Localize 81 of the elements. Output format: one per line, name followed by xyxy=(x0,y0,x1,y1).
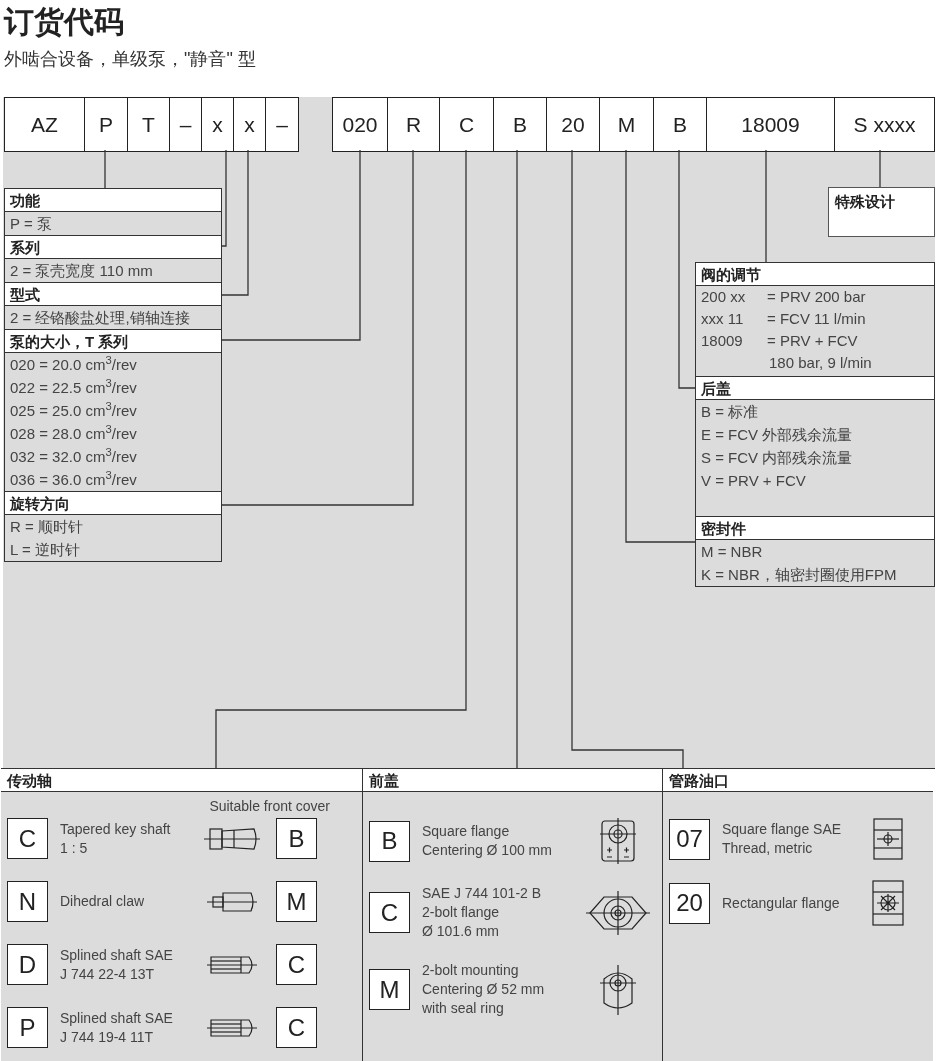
round-flange-drawing xyxy=(600,964,636,1015)
code-box: C xyxy=(276,944,317,985)
code-cell: S xxxx xyxy=(834,98,934,151)
code-box: D xyxy=(7,944,48,985)
section-heading: 密封件 xyxy=(696,517,934,540)
code-cell: B xyxy=(493,98,546,151)
option-text: B = 标准 xyxy=(701,402,760,422)
option-description: SAE J 744 101-2 B 2-bolt flange Ø 101.6 mm xyxy=(422,884,543,941)
section-heading: 阀的调节 xyxy=(696,263,934,286)
option-text: E = FCV 外部残余流量 xyxy=(701,425,854,445)
code-cell: AZ xyxy=(5,98,84,151)
option-text: L = 逆时针 xyxy=(10,540,81,560)
option-text: 020 = 20.0 cm$^{3}$/rev xyxy=(10,353,138,375)
option-text: 2 = 经铬酸盐处理,销轴连接 xyxy=(10,308,191,328)
option-text: 036 = 36.0 cm$^{3}$/rev xyxy=(10,468,138,490)
option-text: V = PRV + FCV xyxy=(701,471,807,491)
section-heading: 旋转方向 xyxy=(5,492,221,515)
option-text: = PRV 200 bar xyxy=(767,287,866,307)
option-description: Square flange SAE Thread, metric xyxy=(722,820,843,858)
code-cell: P xyxy=(84,98,127,151)
rectangular-port-drawing xyxy=(872,880,904,926)
code-box: 07 xyxy=(669,818,710,860)
code-cell: C xyxy=(439,98,493,151)
option-text: 2 = 泵壳宽度 110 mm xyxy=(10,261,154,281)
code-box: B xyxy=(276,818,317,859)
section-heading: 特殊设计 xyxy=(833,192,896,212)
code-cell: M xyxy=(599,98,653,151)
code-cell: x xyxy=(233,98,265,151)
option-text: P = 泵 xyxy=(10,214,53,234)
option-description: Square flange Centering Ø 100 mm xyxy=(422,822,553,860)
option-text: S = FCV 内部残余流量 xyxy=(701,448,854,468)
page-title: 订货代码 xyxy=(4,4,125,40)
option-description: Splined shaft SAE J 744 19-4 11T xyxy=(60,1008,174,1047)
section-heading: 系列 xyxy=(5,236,221,259)
code-cell: x xyxy=(201,98,233,151)
option-description: Tapered key shaft 1 : 5 xyxy=(60,819,172,858)
page-subtitle: 外啮合设备，单级泵，"静音" 型 xyxy=(4,48,257,71)
column-note: Suitable front cover xyxy=(209,797,330,816)
code-box: 20 xyxy=(669,882,710,924)
leader-line xyxy=(879,149,881,188)
option-text: = FCV 11 l/min xyxy=(767,309,866,329)
two-bolt-flange-drawing xyxy=(586,888,650,937)
option-text: 028 = 28.0 cm$^{3}$/rev xyxy=(10,422,138,444)
code-cell: 020 xyxy=(333,98,387,151)
code-cell: 18009 xyxy=(706,98,834,151)
code-box: M xyxy=(369,969,410,1010)
option-description: Rectangular flange xyxy=(722,893,841,913)
option-text: 025 = 25.0 cm$^{3}$/rev xyxy=(10,399,138,421)
option-description: Splined shaft SAE J 744 22-4 13T xyxy=(60,945,174,984)
code-box: M xyxy=(276,881,317,922)
option-text: R = 顺时针 xyxy=(10,517,84,537)
section-heading: 后盖 xyxy=(696,377,934,400)
option-text: 180 bar, 9 l/min xyxy=(768,353,872,373)
option-description: 2-bolt mounting Centering Ø 52 mm with seal ring xyxy=(422,961,546,1018)
option-text: K = NBR，轴密封圈使用FPM xyxy=(701,565,898,585)
code-cell: B xyxy=(653,98,706,151)
column-heading: 前盖 xyxy=(363,769,662,792)
option-text: 032 = 32.0 cm$^{3}$/rev xyxy=(10,445,138,467)
section-heading: 功能 xyxy=(5,189,221,212)
code-box: C xyxy=(276,1007,317,1048)
code-cell: R xyxy=(387,98,439,151)
option-code: 18009 xyxy=(701,331,744,351)
code-cell: T xyxy=(127,98,169,151)
code-cell: – xyxy=(169,98,201,151)
option-description: Dihedral claw xyxy=(60,892,146,911)
option-code: 200 xx xyxy=(701,287,747,307)
option-text: = PRV + FCV xyxy=(767,331,859,351)
code-box: N xyxy=(7,881,48,922)
code-cell: – xyxy=(265,98,298,151)
section-heading: 泵的大小，T 系列 xyxy=(5,330,221,353)
square-port-drawing xyxy=(873,818,903,860)
code-box: C xyxy=(369,892,410,933)
option-text: 022 = 22.5 cm$^{3}$/rev xyxy=(10,376,138,398)
square-flange-drawing xyxy=(600,818,636,864)
option-text: M = NBR xyxy=(701,542,764,562)
code-box: C xyxy=(7,818,48,859)
section-heading: 型式 xyxy=(5,283,221,306)
code-cell: 20 xyxy=(546,98,599,151)
option-code: xxx 11 xyxy=(701,309,745,329)
code-box: P xyxy=(7,1007,48,1048)
code-box: B xyxy=(369,820,410,862)
